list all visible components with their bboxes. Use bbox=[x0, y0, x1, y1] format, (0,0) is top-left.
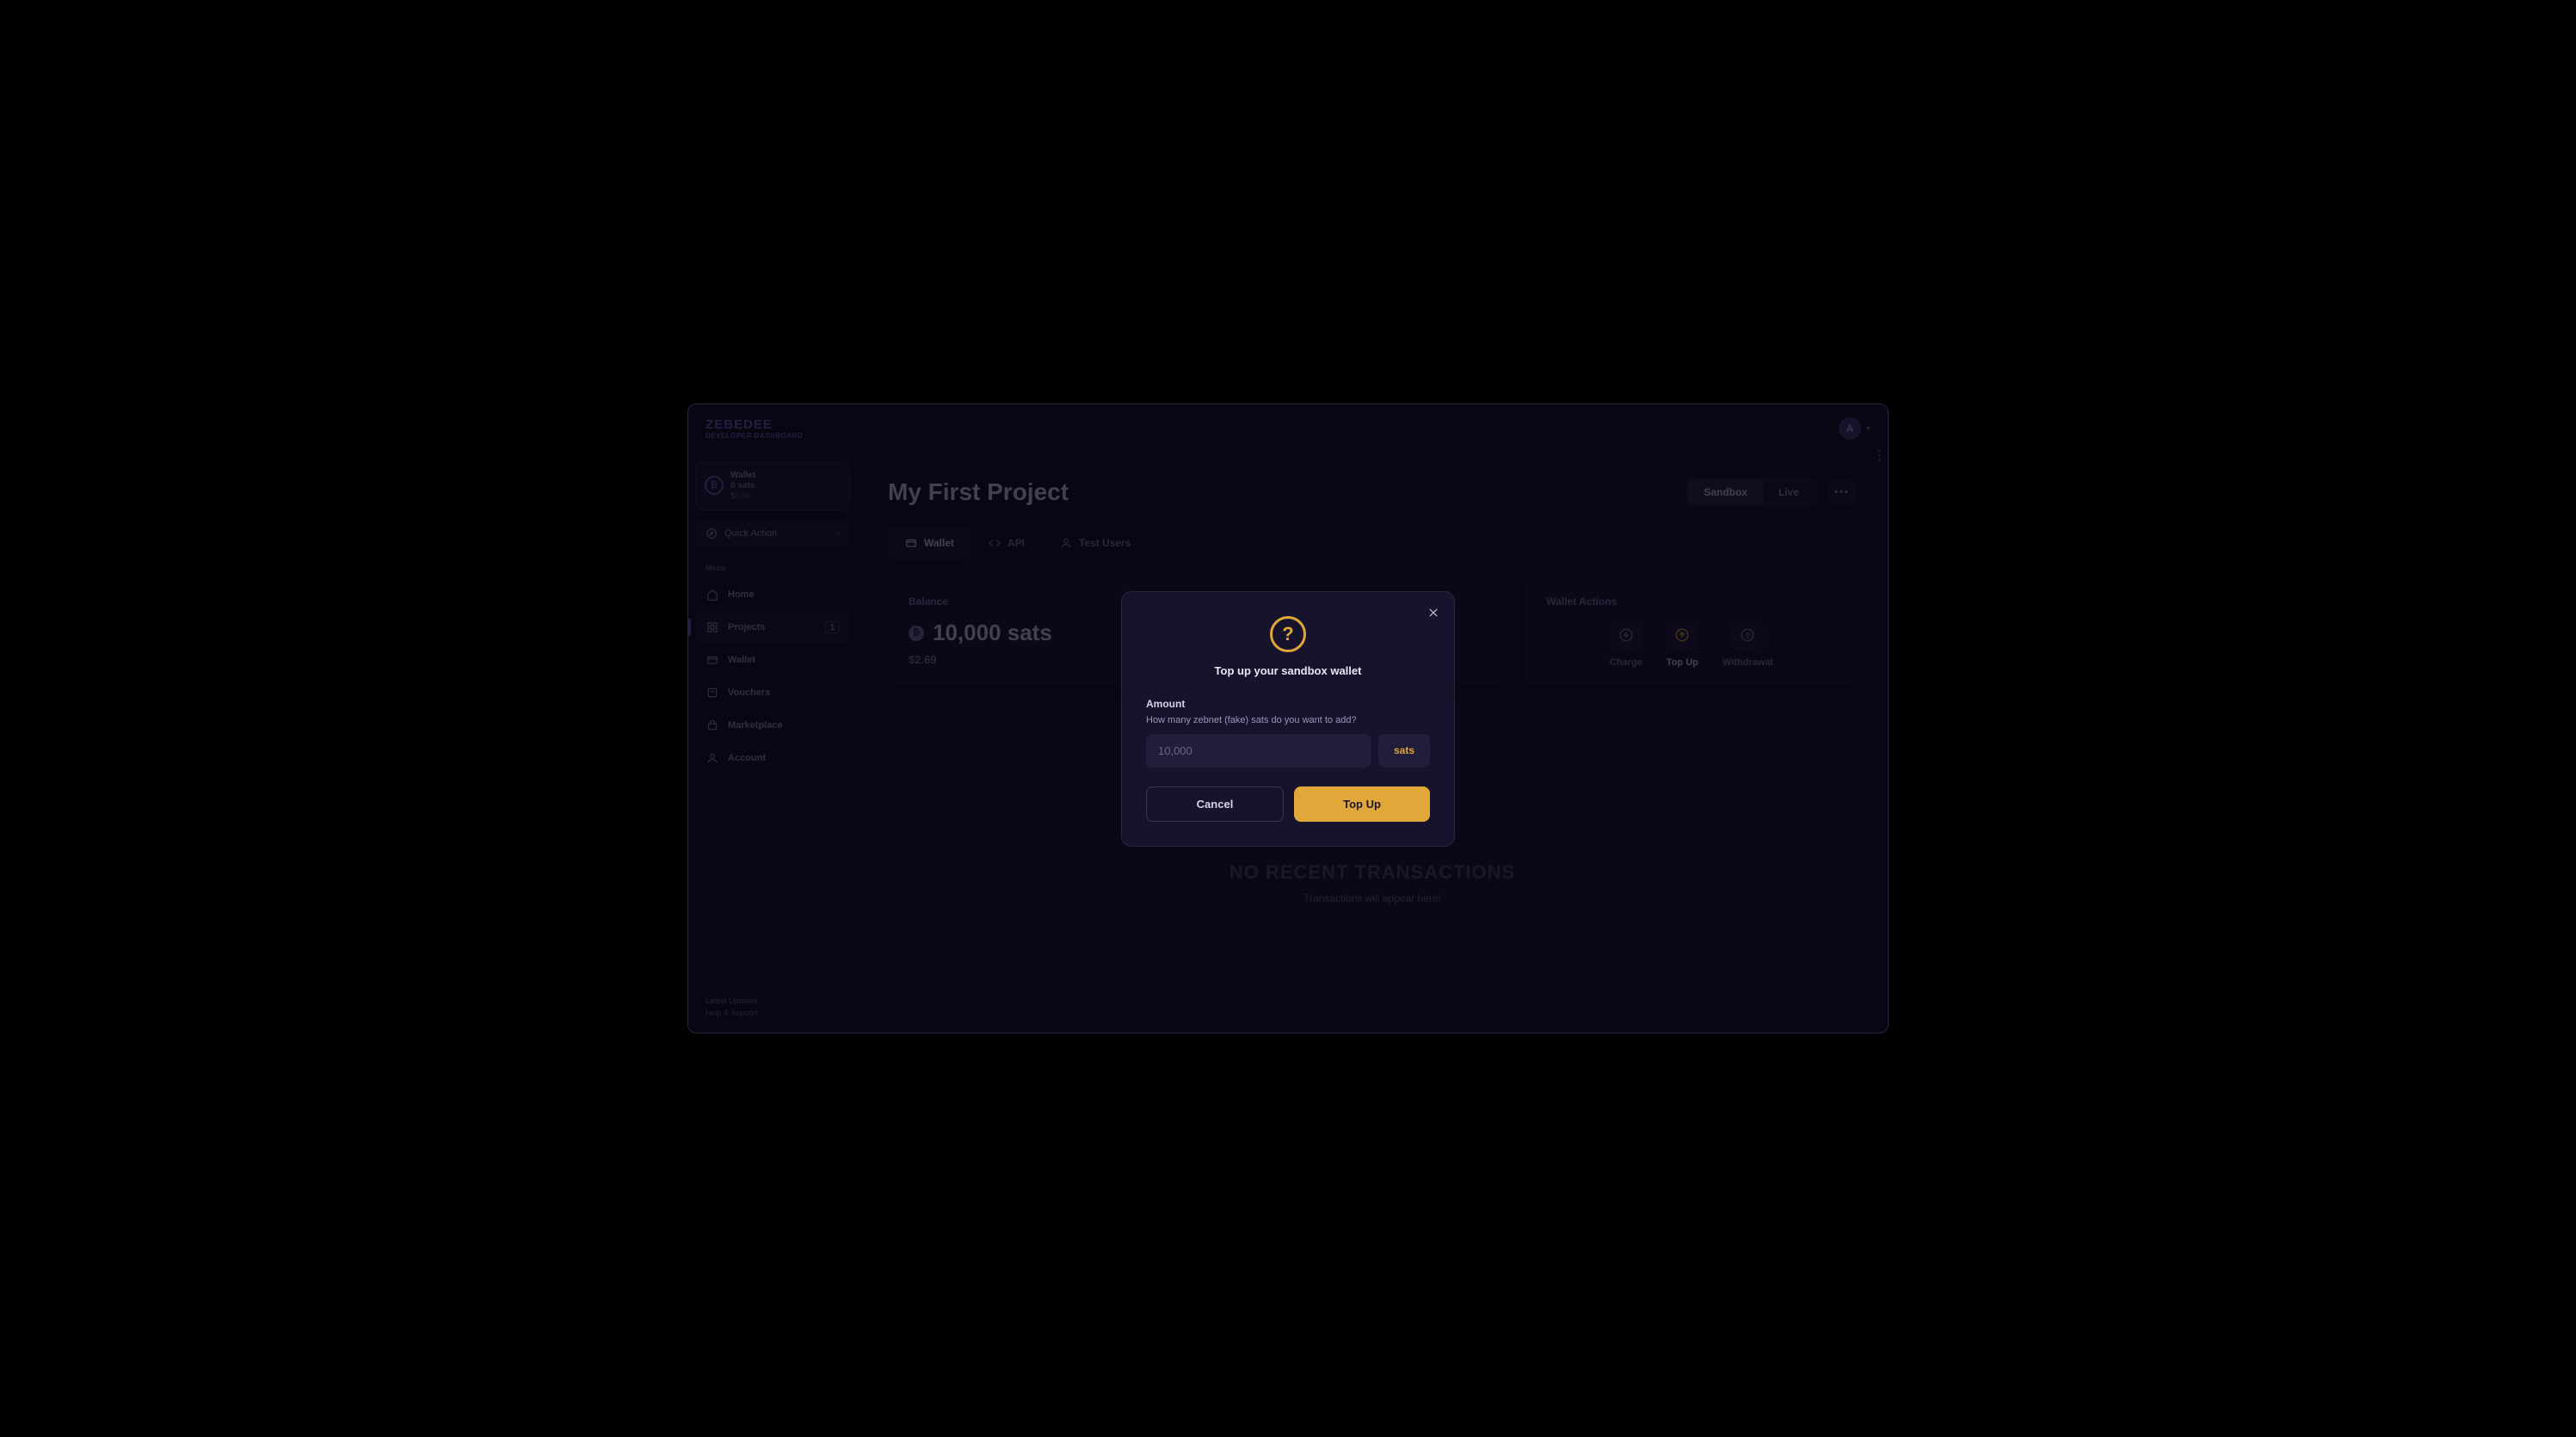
question-circle-icon: ? bbox=[1270, 616, 1306, 652]
unit-label: sats bbox=[1378, 734, 1430, 768]
app-window: ZEBEDEE DEVELOPER DASHBOARD A ▾ ₿ Wallet… bbox=[687, 404, 1889, 1033]
amount-label: Amount bbox=[1146, 698, 1430, 710]
modal-overlay[interactable]: ? Top up your sandbox wallet Amount How … bbox=[688, 404, 1888, 1033]
cancel-button[interactable]: Cancel bbox=[1146, 786, 1284, 822]
modal-title: Top up your sandbox wallet bbox=[1146, 664, 1430, 677]
topup-modal: ? Top up your sandbox wallet Amount How … bbox=[1121, 591, 1455, 847]
input-row: sats bbox=[1146, 734, 1430, 768]
confirm-button[interactable]: Top Up bbox=[1294, 786, 1430, 822]
close-button[interactable] bbox=[1425, 604, 1442, 621]
close-icon bbox=[1427, 607, 1439, 619]
modal-buttons: Cancel Top Up bbox=[1146, 786, 1430, 822]
amount-hint: How many zebnet (fake) sats do you want … bbox=[1146, 715, 1430, 725]
amount-input[interactable] bbox=[1146, 734, 1371, 768]
